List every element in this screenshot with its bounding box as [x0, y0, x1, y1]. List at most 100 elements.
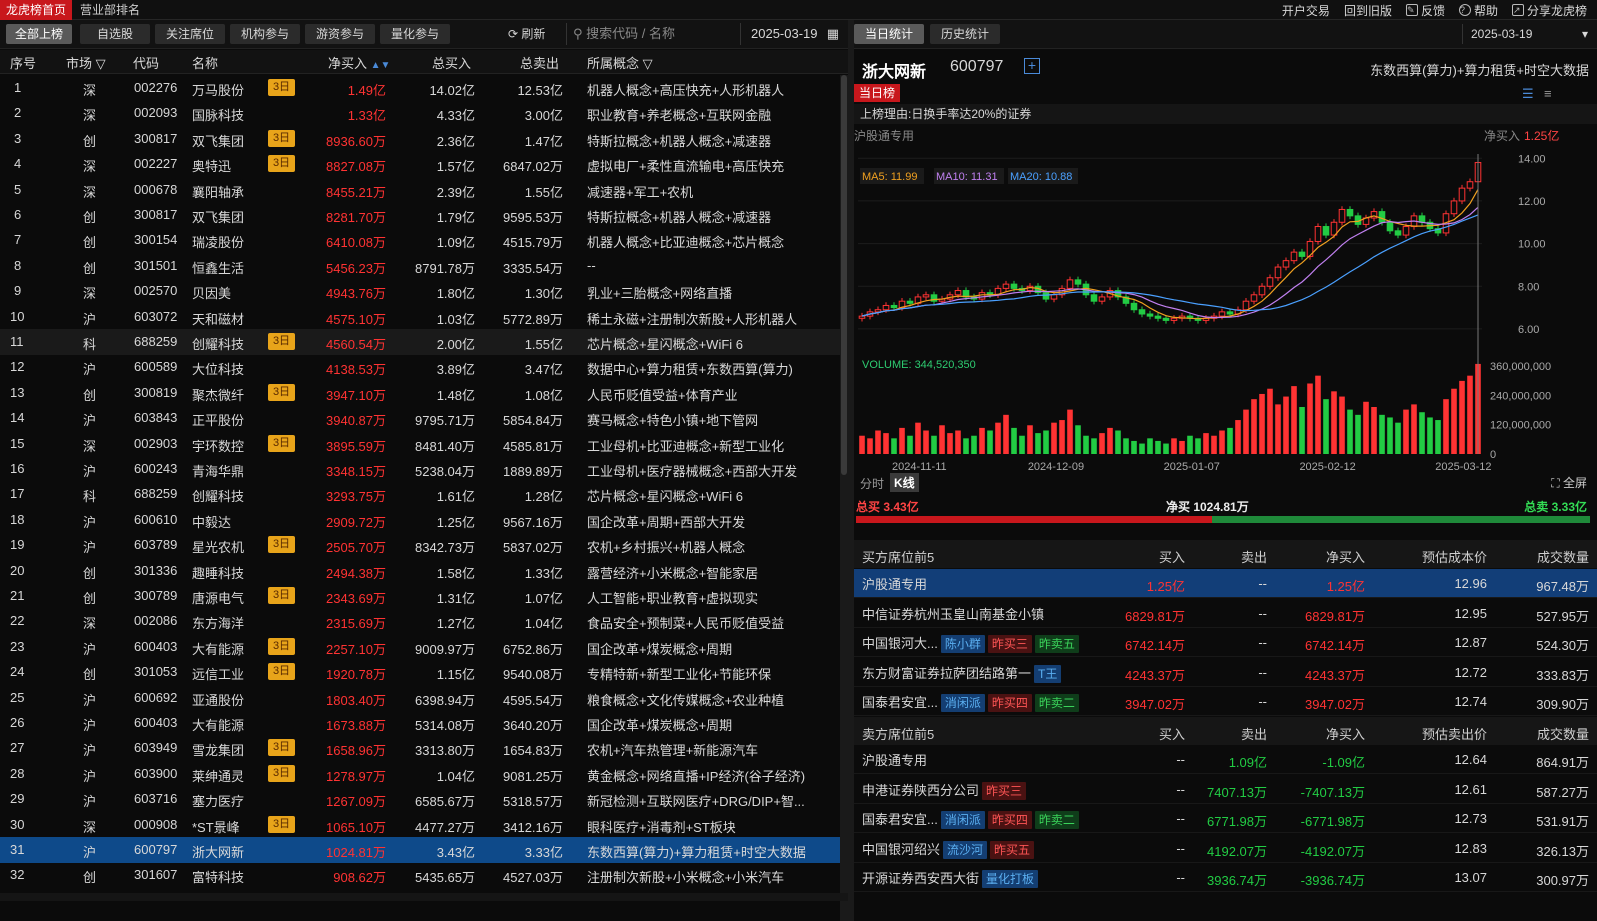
list-view-icon[interactable]: ☰ — [1522, 86, 1534, 102]
table-scrollbar[interactable] — [840, 75, 848, 921]
sort-icon: ▲▼ — [370, 60, 391, 71]
table-row[interactable]: 28 沪 603900 莱绅通灵 3日 1278.97万 1.04亿 9081.25万 黄金概念… — [0, 761, 848, 787]
seat-badge[interactable]: 流沙河 — [943, 840, 988, 859]
help-link[interactable]: ? 帮助 — [1458, 2, 1498, 19]
col-market[interactable]: 市场 ▽ — [66, 53, 106, 72]
tab-daily-stats[interactable]: 当日统计 — [854, 24, 924, 44]
table-row[interactable]: 10 沪 603072 天和磁材 4575.10万 1.03亿 5772.89万 稀土永磁+注… — [0, 304, 848, 330]
table-row[interactable]: 18 沪 600610 中毅达 2909.72万 1.25亿 9567.16万 国企改革+周期… — [0, 507, 848, 533]
tab-history-stats[interactable]: 历史统计 — [930, 24, 1000, 44]
seat-badge[interactable]: 昨买三 — [982, 781, 1027, 800]
table-row[interactable]: 4 深 002227 奥特迅 3日 8827.08万 1.57亿 6847.02万 虚拟电厂+柔… — [0, 151, 848, 177]
seat-badge[interactable]: 消闲派 — [940, 694, 985, 712]
seat-badge[interactable]: T王 — [1034, 664, 1062, 683]
row-code: 300817 — [134, 207, 178, 222]
seat-row[interactable]: 东方财富证券拉萨团结路第一 T王 4243.37万 -- 4243.37万 12.72 33… — [854, 658, 1597, 687]
table-row[interactable]: 25 沪 600692 亚通股份 1803.40万 6398.94万 4595.54万 粮食概… — [0, 685, 848, 711]
table-row[interactable]: 22 深 002086 东方海洋 2315.69万 1.27亿 1.04亿 食品安全+预制菜+… — [0, 608, 848, 634]
table-row[interactable]: 16 沪 600243 青海华鼎 3348.15万 5238.04万 1889.89万 工业母… — [0, 456, 848, 482]
seat-badge[interactable]: 昨买五 — [990, 840, 1035, 859]
table-row[interactable]: 11 科 688259 创耀科技 3日 4560.54万 2.00亿 1.55亿 芯片概念+星闪… — [0, 329, 848, 355]
seat-row[interactable]: 国泰君安宜... 消闲派 昨买四 昨卖二 3947.02万 -- 3947.02万 12.74… — [854, 687, 1597, 716]
menu-icon[interactable]: ≡ — [1544, 86, 1552, 101]
table-row[interactable]: 13 创 300819 聚杰微纤 3日 3947.10万 1.48亿 1.08亿 人民币贬值受益… — [0, 380, 848, 406]
table-row[interactable]: 31 沪 600797 浙大网新 1024.81万 3.43亿 3.33亿 东数西算(算力)+… — [0, 837, 848, 863]
filter-followed-seats-button[interactable]: 关注席位 — [155, 24, 225, 44]
col-concept[interactable]: 所属概念 ▽ — [587, 53, 653, 72]
refresh-button[interactable]: ⟳ 刷新 — [508, 25, 545, 42]
volume-bar — [1019, 435, 1025, 454]
table-row[interactable]: 21 创 300789 唐源电气 3日 2343.69万 1.31亿 1.07亿 人工智能+职业… — [0, 583, 848, 609]
row-total-sell: 5854.84万 — [503, 413, 563, 429]
seat-row[interactable]: 开源证券西安西大街 量化打板 -- 3936.74万 -3936.74万 13.07 300… — [854, 863, 1597, 892]
seat-badge[interactable]: 消闲派 — [940, 811, 985, 829]
tab-intraday[interactable]: 分时 — [860, 475, 884, 492]
filter-watchlist-button[interactable]: 自选股 — [80, 24, 150, 44]
table-row[interactable]: 23 沪 600403 大有能源 3日 2257.10万 9009.97万 6752.86万 国… — [0, 634, 848, 660]
horizontal-scrollbar[interactable] — [0, 893, 848, 901]
seat-buy: 1.25亿 — [1146, 579, 1185, 594]
seat-badge[interactable]: 昨买三 — [987, 635, 1032, 653]
table-row[interactable]: 9 深 002570 贝因美 4943.76万 1.80亿 1.30亿 乳业+三胎概念+网络直… — [0, 278, 848, 304]
row-code: 688259 — [134, 334, 178, 349]
seat-badge[interactable]: 量化打板 — [982, 870, 1039, 888]
table-row[interactable]: 17 科 688259 创耀科技 3293.75万 1.61亿 1.28亿 芯片概念+星闪概念… — [0, 481, 848, 507]
table-row[interactable]: 27 沪 603949 雪龙集团 3日 1658.96万 3313.80万 1654.83万 农… — [0, 735, 848, 761]
seat-badge[interactable]: 昨卖二 — [1034, 811, 1079, 829]
filter-hotmoney-button[interactable]: 游资参与 — [305, 24, 375, 44]
table-row[interactable]: 32 创 301607 富特科技 908.62万 5435.65万 4527.03万 注册制次… — [0, 862, 848, 888]
seat-row[interactable]: 沪股通专用 -- 1.09亿 -1.09亿 12.64 864.91万 — [854, 745, 1597, 774]
table-row[interactable]: 30 深 000908 *ST景峰 3日 1065.10万 4477.27万 3412.16万… — [0, 812, 848, 838]
seat-row[interactable]: 国泰君安宜... 消闲派 昨买四 昨卖二 -- 6771.98万 -6771.98万 12.7… — [854, 804, 1597, 833]
col-net-buy[interactable]: 净买入 ▲▼ — [328, 53, 390, 72]
tab-kline[interactable]: K线 — [890, 473, 919, 492]
seat-row[interactable]: 中国银河绍兴 流沙河 昨买五 -- 4192.07万 -4192.07万 12.83 326.… — [854, 834, 1597, 863]
filter-quant-button[interactable]: 量化参与 — [380, 24, 450, 44]
seat-badge[interactable]: 昨卖五 — [1034, 635, 1079, 653]
scrollbar-thumb[interactable] — [841, 75, 847, 475]
table-row[interactable]: 19 沪 603789 星光农机 3日 2505.70万 8342.73万 5837.02万 农… — [0, 532, 848, 558]
detail-date-picker[interactable]: 2025-03-19 ▾ — [1462, 24, 1592, 44]
table-row[interactable]: 1 深 002276 万马股份 3日 1.49亿 14.02亿 12.53亿 机器人概念+高压快… — [0, 75, 848, 101]
row-total-buy: 2.39亿 — [436, 184, 475, 200]
table-row[interactable]: 7 创 300154 瑞凌股份 6410.08万 1.09亿 4515.79万 机器人概念+比… — [0, 227, 848, 253]
table-row[interactable]: 15 深 002903 宇环数控 3日 3895.59万 8481.40万 4585.81万 工… — [0, 431, 848, 457]
table-row[interactable]: 5 深 000678 襄阳轴承 8455.21万 2.39亿 1.55亿 减速器+军工+农机 — [0, 177, 848, 203]
table-row[interactable]: 29 沪 603716 塞力医疗 1267.09万 6585.67万 5318.57万 新冠检… — [0, 786, 848, 812]
seat-qty: 524.30万 — [1536, 638, 1589, 653]
row-code: 600692 — [134, 689, 178, 705]
seat-row[interactable]: 申港证券陕西分公司 昨买三 -- 7407.13万 -7407.13万 12.61 587.… — [854, 775, 1597, 804]
detail-date-value: 2025-03-19 — [1471, 27, 1533, 41]
candle-body — [1290, 251, 1298, 262]
table-row[interactable]: 14 沪 603843 正平股份 3940.87万 9795.71万 5854.84万 赛马概… — [0, 405, 848, 431]
seat-row[interactable]: 中信证券杭州玉皇山南基金小镇 6829.81万 -- 6829.81万 12.95 527… — [854, 599, 1597, 628]
filter-all-button[interactable]: 全部上榜 — [6, 24, 72, 44]
table-row[interactable]: 20 创 301336 趣睡科技 2494.38万 1.58亿 1.33亿 露营经济+小米概念… — [0, 558, 848, 584]
table-row[interactable]: 26 沪 600403 大有能源 1673.88万 5314.08万 3640.20万 国企改… — [0, 710, 848, 736]
table-row[interactable]: 3 创 300817 双飞集团 3日 8936.60万 2.36亿 1.47亿 特斯拉概念+机器… — [0, 126, 848, 152]
seat-row[interactable]: 中国银河大... 陈小群 昨买三 昨卖五 6742.14万 -- 6742.14万 12.87… — [854, 628, 1597, 657]
table-row[interactable]: 8 创 301501 恒鑫生活 5456.23万 8791.78万 3335.54万 -- — [0, 253, 848, 279]
add-watch-icon[interactable]: + — [1024, 58, 1040, 74]
seat-row[interactable]: 沪股通专用 1.25亿 -- 1.25亿 12.96 967.48万 — [854, 569, 1597, 598]
old-version-link[interactable]: 回到旧版 — [1344, 2, 1392, 19]
feedback-link[interactable]: ✎ 反馈 — [1405, 2, 1445, 19]
seat-badge[interactable]: 陈小群 — [940, 635, 985, 653]
fullscreen-button[interactable]: ⛶ 全屏 — [1551, 474, 1587, 491]
kline-chart[interactable]: 沪股通专用 净买入 1.25亿 6.00 8.00 10.00 12.00 14.00 MA5:… — [854, 124, 1597, 490]
table-row[interactable]: 24 创 301053 远信工业 3日 1920.78万 1.15亿 9540.08万 专精特新… — [0, 659, 848, 685]
share-link[interactable]: ↗ 分享龙虎榜 — [1511, 2, 1587, 19]
date-picker[interactable]: 2025-03-19 ▦ — [740, 23, 845, 45]
seat-badge[interactable]: 昨卖二 — [1034, 694, 1079, 712]
filter-institution-button[interactable]: 机构参与 — [230, 24, 300, 44]
table-row[interactable]: 6 创 300817 双飞集团 8281.70万 1.79亿 9595.53万 特斯拉概念+机… — [0, 202, 848, 228]
table-row[interactable]: 12 沪 600589 大位科技 4138.53万 3.89亿 3.47亿 数据中心+算力租赁… — [0, 354, 848, 380]
open-account-link[interactable]: 开户交易 — [1282, 2, 1330, 19]
tab-branch-ranking[interactable]: 营业部排名 — [74, 0, 146, 20]
search-input[interactable]: ⚲ 搜索代码 / 名称 — [566, 23, 736, 45]
tab-lhb-home[interactable]: 龙虎榜首页 — [0, 0, 73, 20]
seat-name: 中国银河绍兴 流沙河 昨买五 — [862, 839, 1035, 859]
seat-badge[interactable]: 昨买四 — [987, 694, 1032, 712]
table-row[interactable]: 2 深 002093 国脉科技 1.33亿 4.33亿 3.00亿 职业教育+养老概念+互联网… — [0, 100, 848, 126]
seat-badge[interactable]: 昨买四 — [987, 811, 1032, 829]
